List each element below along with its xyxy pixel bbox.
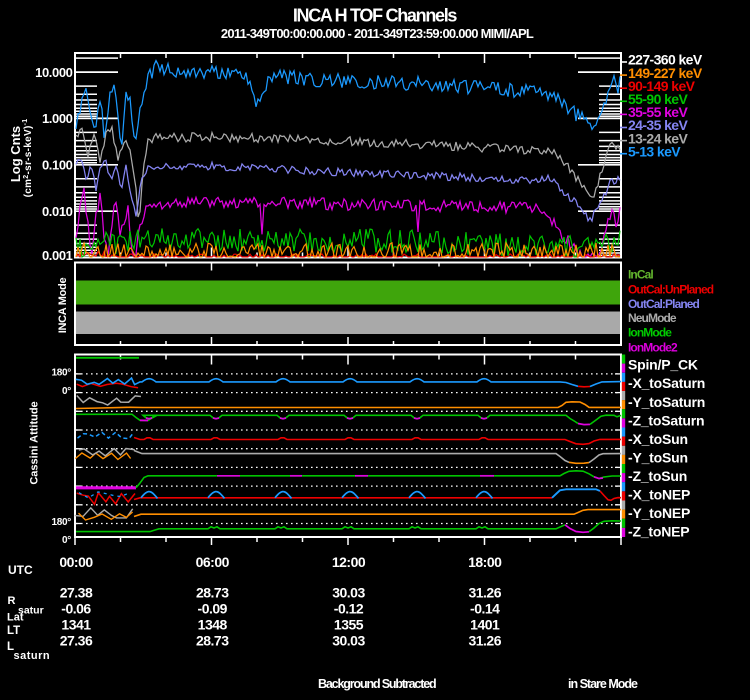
svg-text:InCal: InCal bbox=[628, 268, 653, 282]
svg-text:31.26: 31.26 bbox=[468, 633, 501, 649]
svg-text:-0.06: -0.06 bbox=[61, 601, 91, 617]
svg-text:-Z_toSaturn: -Z_toSaturn bbox=[628, 412, 704, 428]
svg-text:00:00: 00:00 bbox=[59, 554, 93, 570]
svg-text:IonMode2: IonMode2 bbox=[628, 340, 678, 354]
svg-text:30.03: 30.03 bbox=[332, 585, 365, 601]
svg-text:1.000: 1.000 bbox=[42, 111, 73, 126]
svg-text:UTC: UTC bbox=[8, 563, 33, 577]
svg-text:-Z_toSun: -Z_toSun bbox=[628, 468, 687, 484]
svg-text:0.001: 0.001 bbox=[42, 248, 73, 263]
svg-text:1401: 1401 bbox=[470, 617, 500, 633]
svg-text:1355: 1355 bbox=[334, 617, 364, 633]
svg-text:30.03: 30.03 bbox=[332, 633, 365, 649]
svg-text:NeuMode: NeuMode bbox=[628, 311, 677, 325]
svg-text:-Y_toSaturn: -Y_toSaturn bbox=[628, 394, 705, 410]
svg-text:-0.09: -0.09 bbox=[198, 601, 228, 617]
svg-text:18:00: 18:00 bbox=[468, 554, 502, 570]
svg-text:-0.14: -0.14 bbox=[470, 601, 500, 617]
svg-text:Log Cnts: Log Cnts bbox=[8, 126, 23, 182]
svg-text:-X_toNEP: -X_toNEP bbox=[628, 487, 690, 503]
svg-text:Cassini Attitude: Cassini Attitude bbox=[29, 401, 41, 484]
svg-text:0°: 0° bbox=[62, 535, 71, 546]
svg-text:2011-349T00:00:00.000 - 2011-3: 2011-349T00:00:00.000 - 2011-349T23:59:0… bbox=[221, 26, 534, 41]
svg-text:31.26: 31.26 bbox=[468, 585, 501, 601]
svg-text:-Z_toNEP: -Z_toNEP bbox=[628, 524, 689, 540]
svg-text:5-13 keV: 5-13 keV bbox=[628, 143, 681, 159]
svg-text:LT: LT bbox=[7, 625, 20, 637]
svg-text:0.010: 0.010 bbox=[42, 204, 73, 219]
svg-text:28.73: 28.73 bbox=[196, 633, 229, 649]
svg-text:R: R bbox=[8, 595, 16, 607]
svg-text:1348: 1348 bbox=[198, 617, 228, 633]
svg-text:10.000: 10.000 bbox=[35, 65, 73, 80]
svg-text:12:00: 12:00 bbox=[332, 554, 366, 570]
svg-text:-0.12: -0.12 bbox=[334, 601, 364, 617]
svg-text:-X_toSun: -X_toSun bbox=[628, 431, 688, 447]
svg-text:180°: 180° bbox=[52, 367, 72, 378]
svg-text:1341: 1341 bbox=[61, 617, 91, 633]
svg-text:INCA H TOF Channels: INCA H TOF Channels bbox=[293, 6, 458, 26]
svg-text:27.38: 27.38 bbox=[60, 585, 93, 601]
svg-text:OutCal:UnPlaned: OutCal:UnPlaned bbox=[628, 282, 714, 296]
svg-text:-X_toSaturn: -X_toSaturn bbox=[628, 375, 705, 391]
svg-text:180°: 180° bbox=[52, 517, 72, 528]
svg-text:27.36: 27.36 bbox=[60, 633, 93, 649]
svg-text:28.73: 28.73 bbox=[196, 585, 229, 601]
svg-text:INCA Mode: INCA Mode bbox=[57, 278, 69, 334]
svg-text:saturn: saturn bbox=[14, 650, 51, 662]
svg-text:0.100: 0.100 bbox=[42, 158, 73, 173]
svg-text:OutCal:Planed: OutCal:Planed bbox=[628, 297, 700, 311]
svg-text:-Y_toSun: -Y_toSun bbox=[628, 449, 688, 465]
svg-text:06:00: 06:00 bbox=[196, 554, 230, 570]
svg-text:in Stare Mode: in Stare Mode bbox=[568, 677, 638, 691]
svg-text:Lat: Lat bbox=[7, 612, 24, 624]
svg-text:-Y_toNEP: -Y_toNEP bbox=[628, 505, 690, 521]
svg-text:0°: 0° bbox=[62, 386, 71, 397]
svg-text:IonMode: IonMode bbox=[628, 325, 672, 339]
svg-text:Background Subtracted: Background Subtracted bbox=[318, 677, 436, 691]
svg-text:(cm2-sr-s-keV)-1: (cm2-sr-s-keV)-1 bbox=[22, 119, 34, 198]
svg-text:Spin/P_CK: Spin/P_CK bbox=[628, 357, 698, 373]
